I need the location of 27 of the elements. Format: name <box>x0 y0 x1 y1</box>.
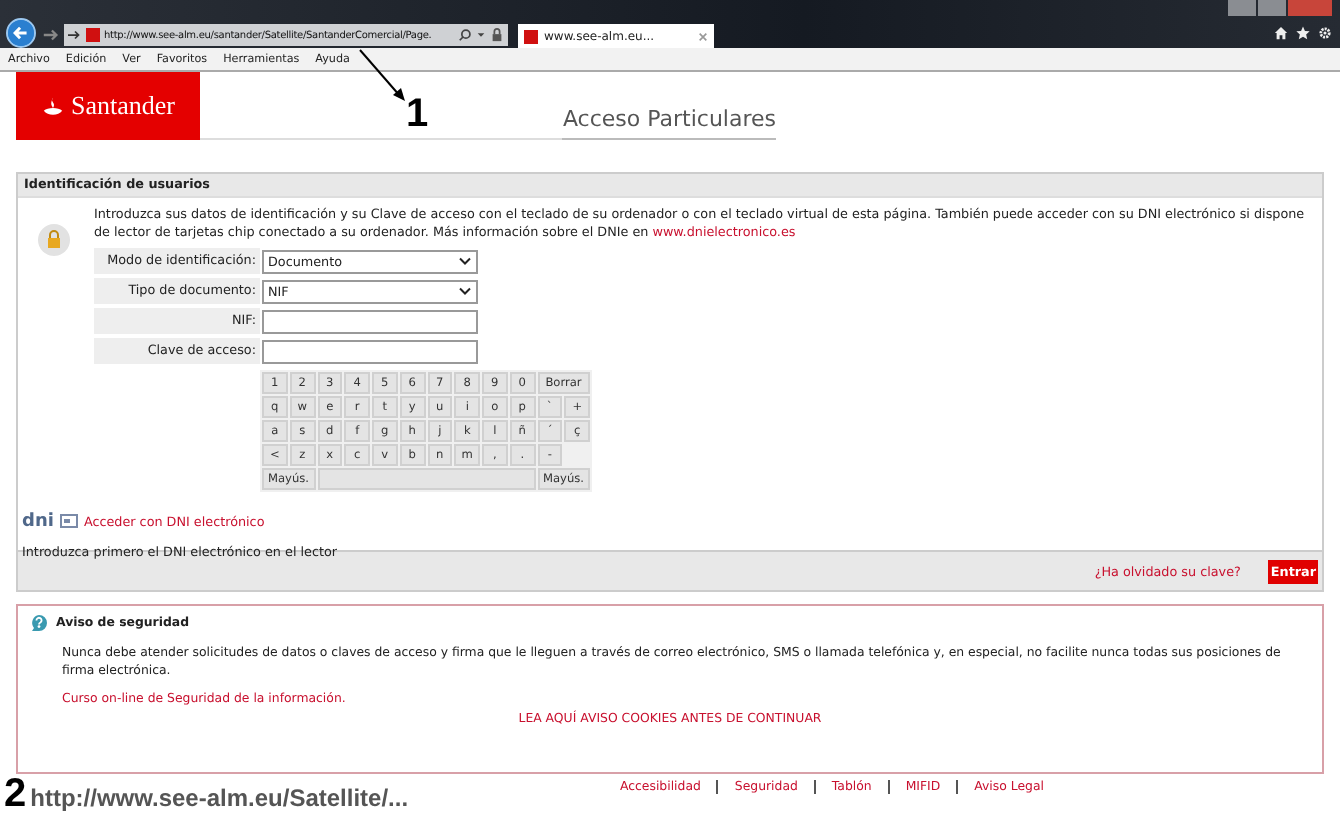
lock-icon <box>490 28 504 42</box>
favicon-icon <box>86 28 100 42</box>
forward-button[interactable] <box>42 26 60 44</box>
favicon-icon <box>524 29 538 43</box>
close-icon[interactable] <box>698 31 708 41</box>
padlock-icon <box>38 224 70 256</box>
help-icon <box>30 614 48 632</box>
input-field[interactable] <box>262 309 478 333</box>
arrow-icon <box>68 28 82 42</box>
annotation-number: 1 <box>406 94 429 134</box>
annotation-arrow <box>356 48 408 104</box>
flame-icon <box>41 95 63 117</box>
page-title: Acceso Particulares <box>562 106 776 140</box>
back-button[interactable] <box>6 18 36 48</box>
card-reader-icon <box>59 512 78 530</box>
caret-icon[interactable] <box>476 30 486 40</box>
bank-logo[interactable]: Santander <box>16 72 200 140</box>
annotation-number: 2 <box>4 776 27 812</box>
home-icon[interactable] <box>1274 26 1288 40</box>
caret-icon <box>458 256 472 266</box>
settings-icon[interactable] <box>1318 26 1332 40</box>
annotation-url: http://www.see-alm.eu/Satellite/... <box>30 784 409 812</box>
dni-logo: dni <box>22 511 54 531</box>
star-icon[interactable] <box>1296 26 1310 40</box>
caret-icon <box>458 286 472 296</box>
password-field[interactable] <box>262 339 478 363</box>
search-icon[interactable] <box>458 28 472 42</box>
